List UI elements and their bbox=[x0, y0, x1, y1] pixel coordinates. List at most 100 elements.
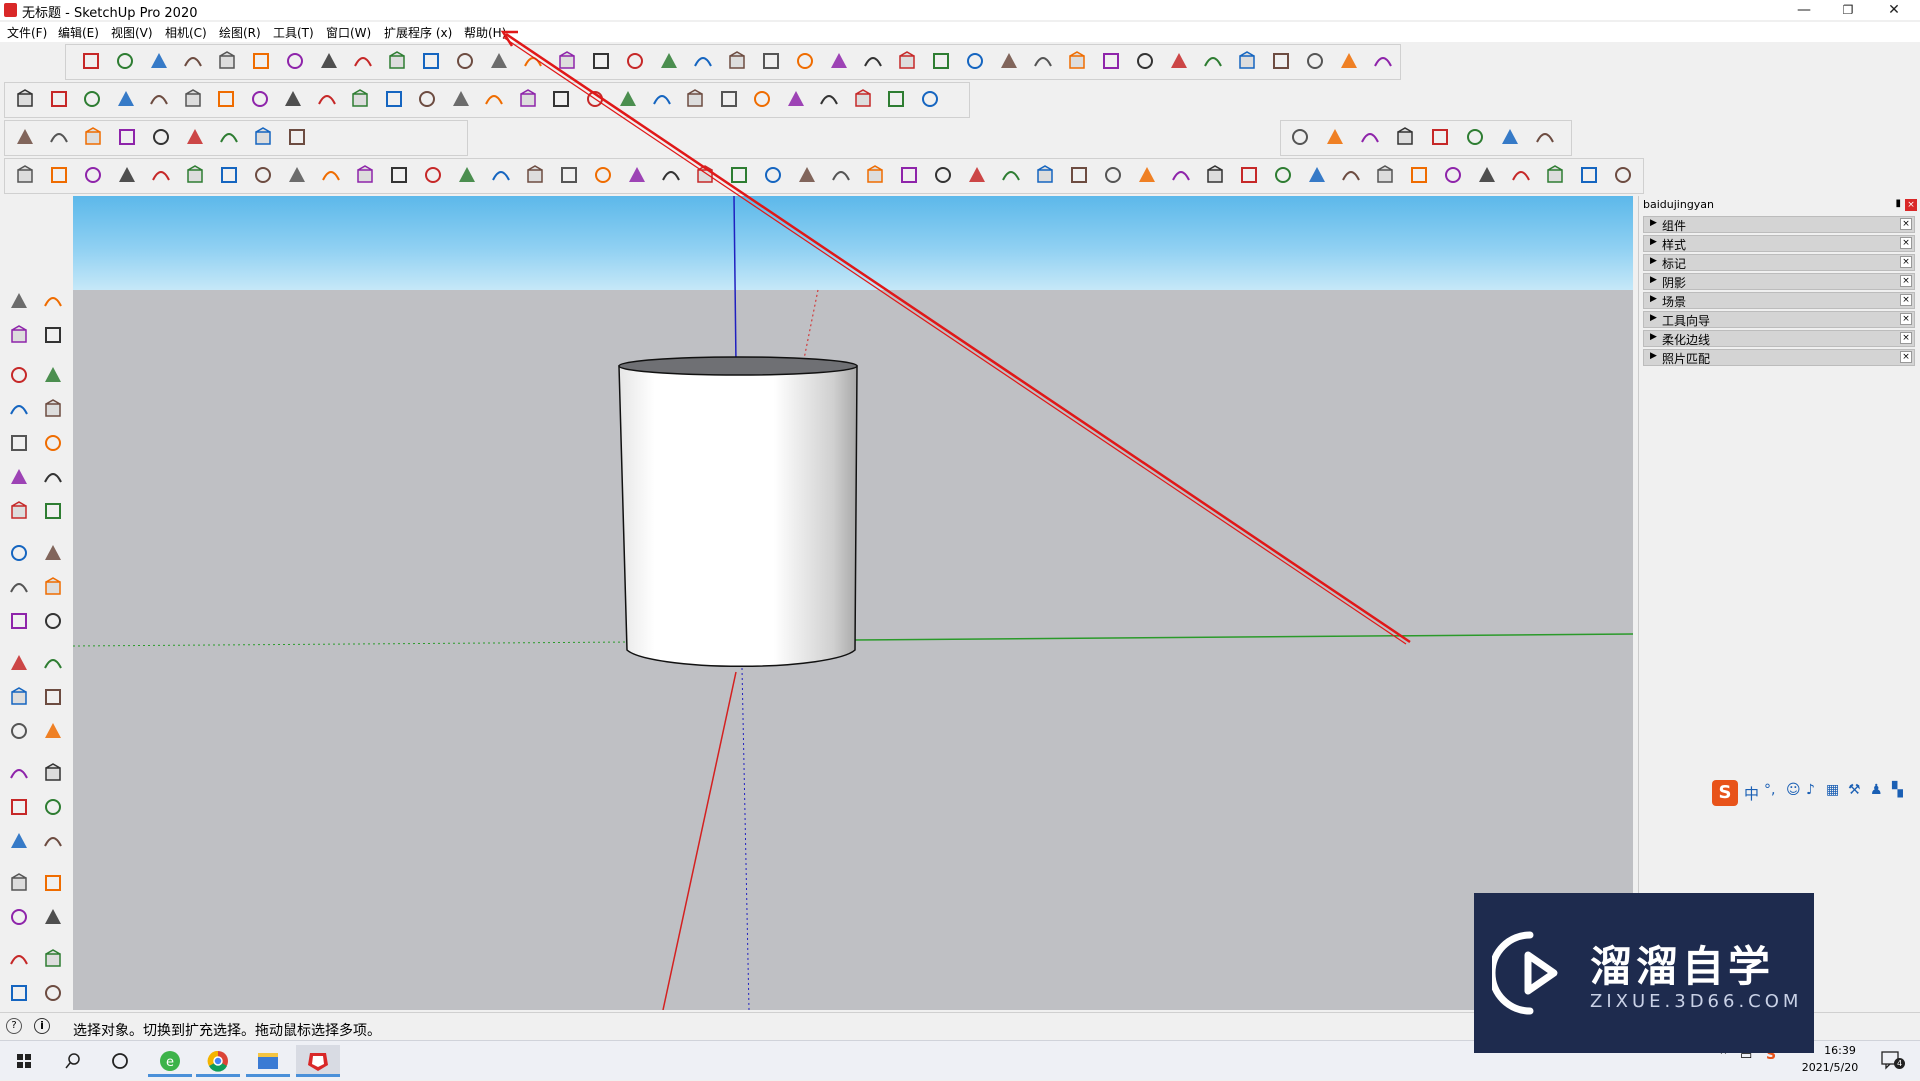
toolbar2-tool-icon[interactable] bbox=[883, 86, 909, 112]
toolbar2-tool-icon[interactable] bbox=[381, 86, 407, 112]
search-button[interactable] bbox=[50, 1045, 94, 1077]
toolbar1-tool-icon[interactable] bbox=[452, 48, 478, 74]
left-tool-icon[interactable] bbox=[40, 684, 66, 710]
grid-menu-icon[interactable]: ▚ bbox=[1892, 782, 1903, 798]
cylinder-top-face[interactable] bbox=[618, 356, 858, 376]
toolbar4-tool-icon[interactable] bbox=[998, 162, 1024, 188]
toolbar1-tool-icon[interactable] bbox=[758, 48, 784, 74]
toolbar4-tool-icon[interactable] bbox=[1100, 162, 1126, 188]
left-tool-icon[interactable] bbox=[40, 322, 66, 348]
toolbar2-tool-icon[interactable] bbox=[414, 86, 440, 112]
left-tool-icon[interactable] bbox=[40, 608, 66, 634]
toolbar4-tool-icon[interactable] bbox=[1474, 162, 1500, 188]
left-tool-icon[interactable] bbox=[40, 498, 66, 524]
left-tool-icon[interactable] bbox=[40, 430, 66, 456]
left-tool-icon[interactable] bbox=[6, 794, 32, 820]
toolbar2-tool-icon[interactable] bbox=[247, 86, 273, 112]
expand-arrow-icon[interactable]: ▶ bbox=[1650, 256, 1657, 266]
toolbar4-tool-icon[interactable] bbox=[1270, 162, 1296, 188]
left-tool-icon[interactable] bbox=[6, 396, 32, 422]
pin-icon[interactable]: ▮ bbox=[1895, 198, 1901, 209]
toolbar4-tool-icon[interactable] bbox=[522, 162, 548, 188]
left-tool-icon[interactable] bbox=[6, 322, 32, 348]
expand-arrow-icon[interactable]: ▶ bbox=[1650, 237, 1657, 247]
tray-panel-6[interactable]: ▶ 柔化边线 × bbox=[1643, 330, 1915, 347]
toolbar1-tool-icon[interactable] bbox=[248, 48, 274, 74]
toolbar1-tool-icon[interactable] bbox=[1064, 48, 1090, 74]
toolbar3-right-icon[interactable] bbox=[1497, 124, 1523, 150]
toolbar3-right-icon[interactable] bbox=[1462, 124, 1488, 150]
left-tool-icon[interactable] bbox=[40, 946, 66, 972]
toolbar2-tool-icon[interactable] bbox=[481, 86, 507, 112]
taskbar-app-chat[interactable]: e bbox=[148, 1045, 192, 1077]
toolbar4-tool-icon[interactable] bbox=[1610, 162, 1636, 188]
toolbar1-tool-icon[interactable] bbox=[656, 48, 682, 74]
toolbar4-tool-icon[interactable] bbox=[1168, 162, 1194, 188]
menu-window[interactable]: 窗口(W) bbox=[326, 24, 371, 41]
toolbar4-tool-icon[interactable] bbox=[1508, 162, 1534, 188]
left-tool-icon[interactable] bbox=[6, 870, 32, 896]
toolbar2-tool-icon[interactable] bbox=[548, 86, 574, 112]
left-tool-icon[interactable] bbox=[6, 498, 32, 524]
toolbar2-tool-icon[interactable] bbox=[113, 86, 139, 112]
toolbar4-tool-icon[interactable] bbox=[658, 162, 684, 188]
toolbar1-tool-icon[interactable] bbox=[1200, 48, 1226, 74]
toolbar4-tool-icon[interactable] bbox=[1304, 162, 1330, 188]
toolbar3-tool-icon[interactable] bbox=[80, 124, 106, 150]
menu-camera[interactable]: 相机(C) bbox=[165, 24, 207, 41]
toolbar4-tool-icon[interactable] bbox=[284, 162, 310, 188]
toolbar2-tool-icon[interactable] bbox=[816, 86, 842, 112]
toolbar1-tool-icon[interactable] bbox=[520, 48, 546, 74]
toolbar4-tool-icon[interactable] bbox=[80, 162, 106, 188]
left-tool-icon[interactable] bbox=[40, 574, 66, 600]
taskbar-app-explorer[interactable] bbox=[246, 1045, 290, 1077]
task-view-button[interactable] bbox=[98, 1045, 142, 1077]
toolbar3-tool-icon[interactable] bbox=[114, 124, 140, 150]
panel-close-icon[interactable]: × bbox=[1900, 256, 1912, 268]
toolbar1-tool-icon[interactable] bbox=[860, 48, 886, 74]
left-tool-icon[interactable] bbox=[40, 540, 66, 566]
panel-close-icon[interactable]: × bbox=[1900, 332, 1912, 344]
toolbar2-tool-icon[interactable] bbox=[180, 86, 206, 112]
toolbar1-tool-icon[interactable] bbox=[384, 48, 410, 74]
left-tool-icon[interactable] bbox=[40, 870, 66, 896]
left-tool-icon[interactable] bbox=[6, 574, 32, 600]
toolbar2-tool-icon[interactable] bbox=[582, 86, 608, 112]
toolbar1-tool-icon[interactable] bbox=[1370, 48, 1396, 74]
toolbar1-tool-icon[interactable] bbox=[826, 48, 852, 74]
microphone-icon[interactable]: ♪ bbox=[1806, 782, 1815, 798]
toolbar1-tool-icon[interactable] bbox=[1268, 48, 1294, 74]
taskbar-app-sketchup[interactable] bbox=[296, 1045, 340, 1077]
toolbar2-tool-icon[interactable] bbox=[850, 86, 876, 112]
toolbar1-tool-icon[interactable] bbox=[1098, 48, 1124, 74]
toolbar3-tool-icon[interactable] bbox=[216, 124, 242, 150]
toolbar4-tool-icon[interactable] bbox=[828, 162, 854, 188]
toolbar4-tool-icon[interactable] bbox=[114, 162, 140, 188]
toolbar1-tool-icon[interactable] bbox=[1030, 48, 1056, 74]
toolbar2-tool-icon[interactable] bbox=[917, 86, 943, 112]
toolbar4-tool-icon[interactable] bbox=[1338, 162, 1364, 188]
toolbar4-tool-icon[interactable] bbox=[624, 162, 650, 188]
toolbar2-tool-icon[interactable] bbox=[46, 86, 72, 112]
toolbar2-tool-icon[interactable] bbox=[280, 86, 306, 112]
info-icon[interactable]: i bbox=[34, 1018, 50, 1034]
left-tool-icon[interactable] bbox=[6, 904, 32, 930]
keyboard-icon[interactable]: ▦ bbox=[1826, 782, 1839, 798]
toolbar4-tool-icon[interactable] bbox=[556, 162, 582, 188]
geo-location-icon[interactable]: ? bbox=[6, 1018, 22, 1034]
menu-extensions[interactable]: 扩展程序 (x) bbox=[384, 24, 452, 41]
toolbar3-right-icon[interactable] bbox=[1532, 124, 1558, 150]
toolbar4-tool-icon[interactable] bbox=[46, 162, 72, 188]
toolbar1-tool-icon[interactable] bbox=[996, 48, 1022, 74]
expand-arrow-icon[interactable]: ▶ bbox=[1650, 351, 1657, 361]
toolbar2-tool-icon[interactable] bbox=[347, 86, 373, 112]
toolbar2-tool-icon[interactable] bbox=[12, 86, 38, 112]
toolbar2-tool-icon[interactable] bbox=[515, 86, 541, 112]
sketchup-app-icon[interactable] bbox=[4, 3, 17, 17]
toolbar1-tool-icon[interactable] bbox=[78, 48, 104, 74]
left-tool-icon[interactable] bbox=[6, 288, 32, 314]
left-tool-icon[interactable] bbox=[40, 718, 66, 744]
left-tool-icon[interactable] bbox=[40, 362, 66, 388]
toolbar1-tool-icon[interactable] bbox=[282, 48, 308, 74]
left-tool-icon[interactable] bbox=[6, 760, 32, 786]
